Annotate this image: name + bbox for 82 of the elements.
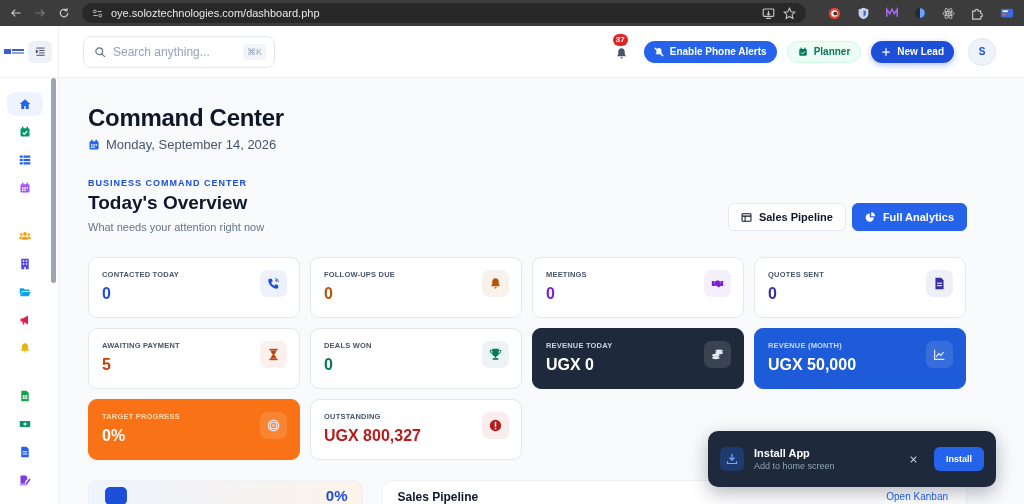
calendar-icon bbox=[19, 182, 31, 194]
page-title: Command Center bbox=[88, 104, 285, 132]
stat-value: UGX 800,327 bbox=[324, 427, 421, 445]
stat-value: 0 bbox=[102, 285, 112, 303]
stat-value: 0% bbox=[102, 427, 127, 445]
megaphone-icon bbox=[19, 314, 31, 326]
stat-value: 0 bbox=[546, 285, 556, 303]
muted-bell-icon bbox=[653, 46, 664, 57]
handshake-icon bbox=[711, 277, 724, 290]
icon-tile bbox=[105, 487, 127, 504]
date-text: Monday, September 14, 2026 bbox=[106, 137, 277, 152]
section-subtitle: What needs your attention right now bbox=[88, 221, 265, 233]
search-icon bbox=[94, 45, 106, 58]
document-icon bbox=[19, 446, 31, 458]
spreadsheet-icon bbox=[19, 390, 31, 402]
users-icon bbox=[19, 230, 31, 242]
site-settings-icon bbox=[92, 7, 103, 19]
half-circle-icon bbox=[914, 7, 926, 19]
banknote-icon bbox=[19, 418, 31, 430]
sidebar-item[interactable] bbox=[7, 92, 43, 116]
stat-value: UGX 0 bbox=[546, 356, 595, 374]
open-kanban-link[interactable]: Open Kanban bbox=[886, 491, 948, 503]
close-button[interactable] bbox=[909, 454, 918, 464]
card-title: Sales Pipeline bbox=[397, 491, 479, 503]
line-chart-icon bbox=[933, 348, 946, 361]
plus-icon bbox=[881, 46, 892, 57]
trophy-icon bbox=[489, 348, 502, 361]
menu-icon bbox=[34, 46, 46, 57]
table-icon bbox=[740, 211, 752, 223]
stat-value: 5 bbox=[102, 356, 112, 374]
document-icon bbox=[933, 277, 946, 290]
bookmark-star-icon bbox=[783, 6, 796, 20]
phone-icon bbox=[267, 277, 280, 290]
toast-subtitle: Add to home screen bbox=[754, 461, 836, 471]
toast-title: Install App bbox=[754, 447, 811, 459]
forward-arrow-icon bbox=[34, 7, 46, 19]
address-bar[interactable]: oye.soloztechnologies.com/dashboard.php bbox=[82, 3, 806, 23]
profile-icon bbox=[1000, 6, 1014, 20]
stat-value: UGX 50,000 bbox=[768, 356, 857, 374]
sidebar-toggle-button[interactable] bbox=[28, 40, 52, 63]
url-text: oye.soloztechnologies.com/dashboard.php bbox=[111, 7, 320, 19]
notification-count: 37 bbox=[612, 34, 628, 46]
close-icon bbox=[909, 454, 918, 464]
signature-icon bbox=[19, 474, 31, 486]
atom-icon bbox=[942, 6, 955, 20]
stat-value: 0 bbox=[324, 285, 334, 303]
calendar-check-icon bbox=[19, 126, 31, 138]
puzzle-piece-icon bbox=[971, 6, 984, 20]
header-button[interactable]: New Lead bbox=[871, 40, 954, 63]
stat-value: 0 bbox=[768, 285, 778, 303]
scrollbar-thumb[interactable] bbox=[51, 78, 56, 283]
progress-value: 0% bbox=[325, 487, 348, 504]
action-button[interactable]: Sales Pipeline bbox=[727, 203, 846, 231]
home-icon bbox=[19, 98, 31, 110]
install-button[interactable]: Install bbox=[934, 447, 984, 471]
alert-icon bbox=[489, 419, 502, 432]
section-eyebrow: BUSINESS COMMAND CENTER bbox=[88, 178, 248, 188]
calendar-icon bbox=[88, 138, 100, 151]
reload-icon bbox=[58, 7, 70, 19]
stat-value: 0 bbox=[324, 356, 334, 374]
folder-icon bbox=[19, 286, 31, 298]
action-button[interactable]: Full Analytics bbox=[851, 203, 967, 231]
pie-chart-icon bbox=[864, 211, 876, 223]
logo-icon bbox=[4, 49, 24, 54]
hourglass-icon bbox=[267, 348, 280, 361]
calendar-check-icon bbox=[797, 46, 808, 57]
download-icon bbox=[726, 453, 738, 465]
extension-m-icon bbox=[886, 7, 898, 19]
bell-icon bbox=[19, 342, 31, 354]
section-title: Today's Overview bbox=[88, 192, 249, 214]
header-button[interactable]: Enable Phone Alerts bbox=[643, 40, 777, 63]
install-icon bbox=[762, 6, 775, 20]
target-icon bbox=[267, 419, 280, 432]
back-arrow-icon bbox=[10, 7, 22, 19]
shield-icon bbox=[857, 6, 870, 20]
extension-c-icon bbox=[828, 6, 841, 20]
bell-icon bbox=[489, 277, 502, 290]
building-icon bbox=[19, 258, 31, 270]
header-button[interactable]: Planner bbox=[786, 40, 862, 63]
checklist-icon bbox=[19, 154, 31, 166]
user-avatar[interactable]: S bbox=[968, 37, 996, 66]
coins-icon bbox=[711, 348, 724, 361]
